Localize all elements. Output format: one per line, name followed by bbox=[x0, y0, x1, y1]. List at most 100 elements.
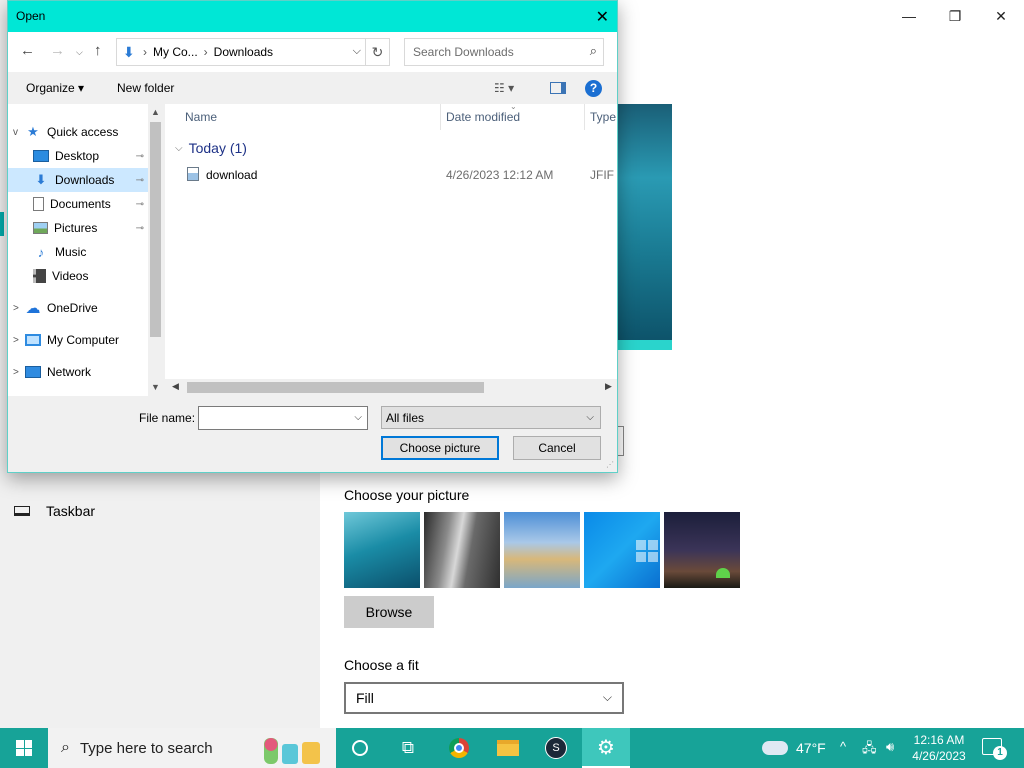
breadcrumb-my-computer[interactable]: My Co... bbox=[153, 45, 198, 59]
up-arrow-icon[interactable]: ↑ bbox=[94, 42, 102, 59]
column-header-date-modified[interactable]: Date modified bbox=[446, 110, 520, 124]
start-button[interactable] bbox=[0, 728, 48, 768]
search-box[interactable]: ⌕ bbox=[404, 38, 604, 66]
chevron-down-icon[interactable]: ⌵ bbox=[354, 412, 362, 423]
organize-menu-button[interactable]: Organize ▾ bbox=[26, 81, 84, 95]
group-header-today[interactable]: ⌵ Today (1) bbox=[175, 140, 247, 156]
file-name-input[interactable]: ⌵ bbox=[198, 406, 368, 430]
picture-thumbnail-night-sky[interactable] bbox=[664, 512, 740, 588]
nav-item-taskbar[interactable]: Taskbar bbox=[14, 503, 95, 519]
browse-button[interactable]: Browse bbox=[344, 596, 434, 628]
scroll-down-icon[interactable]: ▼ bbox=[151, 382, 160, 392]
windows-taskbar: ⌕ Type here to search ⧉ S ⚙ 47°F ^ 🖧 🔊︎ … bbox=[0, 728, 1024, 768]
picture-thumbnail-beach[interactable] bbox=[504, 512, 580, 588]
expander-icon[interactable]: v bbox=[13, 127, 25, 138]
search-icon[interactable]: ⌕ bbox=[590, 43, 597, 59]
file-type-select[interactable]: All files ⌵ bbox=[381, 406, 601, 429]
fit-select[interactable]: Fill ⌵ bbox=[344, 682, 624, 714]
clock-date: 4/26/2023 bbox=[912, 749, 966, 763]
new-folder-button[interactable]: New folder bbox=[117, 81, 174, 95]
resize-grip-icon[interactable]: ⋰ bbox=[606, 460, 614, 469]
choose-picture-button[interactable]: Choose picture bbox=[381, 436, 499, 460]
address-bar[interactable]: ⬇ › My Co... › Downloads ⌵ ↻ bbox=[116, 38, 390, 66]
back-arrow-icon[interactable]: ← bbox=[20, 42, 35, 59]
close-button[interactable]: ✕ bbox=[978, 6, 1024, 26]
nav-item-downloads[interactable]: ⬇ Downloads ⊸ bbox=[8, 168, 148, 192]
scrollbar-thumb[interactable] bbox=[150, 122, 161, 337]
download-arrow-icon: ⬇ bbox=[123, 43, 135, 60]
nav-item-pictures[interactable]: Pictures ⊸ bbox=[8, 216, 148, 240]
scroll-up-icon[interactable]: ▲ bbox=[151, 107, 160, 117]
navigation-pane: v ★ Quick access Desktop ⊸ ⬇ Downloads ⊸… bbox=[8, 104, 163, 396]
dialog-title-bar[interactable]: Open ✕ bbox=[8, 1, 617, 32]
windows-logo-icon bbox=[636, 540, 658, 562]
column-header-name[interactable]: Name bbox=[185, 110, 217, 124]
taskbar-app-steam[interactable]: S bbox=[532, 728, 580, 768]
expander-icon[interactable]: > bbox=[13, 303, 25, 314]
cortana-button[interactable] bbox=[336, 728, 384, 768]
nav-item-label: Network bbox=[47, 365, 92, 379]
search-icon: ⌕ bbox=[61, 739, 70, 756]
show-hidden-icons-chevron-icon[interactable]: ^ bbox=[840, 739, 846, 754]
pin-icon: ⊸ bbox=[135, 150, 144, 162]
selection-marker bbox=[0, 212, 4, 236]
navigation-scrollbar[interactable]: ▲ ▼ bbox=[148, 104, 163, 396]
horizontal-scrollbar[interactable]: ◀ ▶ bbox=[165, 379, 617, 396]
column-divider[interactable] bbox=[584, 104, 585, 130]
change-view-icon[interactable]: ☷ ▾ bbox=[494, 81, 514, 95]
maximize-button[interactable]: ❐ bbox=[932, 6, 978, 26]
nav-item-my-computer[interactable]: > My Computer bbox=[8, 328, 148, 352]
column-header-type[interactable]: Type bbox=[590, 110, 616, 124]
preview-pane-icon[interactable] bbox=[550, 82, 566, 94]
nav-item-videos[interactable]: Videos bbox=[8, 264, 148, 288]
task-view-icon: ⧉ bbox=[401, 738, 415, 757]
address-dropdown-icon[interactable]: ⌵ bbox=[353, 45, 361, 58]
scroll-right-icon[interactable]: ▶ bbox=[605, 381, 612, 392]
nav-item-label: Videos bbox=[52, 269, 89, 283]
forward-arrow-icon[interactable]: → bbox=[50, 42, 65, 59]
network-status-icon[interactable]: 🖧 bbox=[862, 739, 877, 761]
background-preview bbox=[616, 104, 672, 350]
pictures-icon bbox=[33, 222, 48, 234]
taskbar-app-settings[interactable]: ⚙ bbox=[582, 728, 630, 768]
breadcrumb-downloads[interactable]: Downloads bbox=[214, 45, 273, 59]
nav-item-network[interactable]: > Network bbox=[8, 360, 148, 384]
picture-thumbnail-cliff[interactable] bbox=[424, 512, 500, 588]
file-row[interactable]: download 4/26/2023 12:12 AM JFIF F bbox=[165, 164, 617, 186]
nav-item-label: Quick access bbox=[47, 125, 119, 139]
nav-item-quick-access[interactable]: v ★ Quick access bbox=[8, 120, 148, 144]
column-divider[interactable] bbox=[440, 104, 441, 130]
nav-item-desktop[interactable]: Desktop ⊸ bbox=[8, 144, 148, 168]
expander-icon[interactable]: > bbox=[13, 367, 25, 378]
volume-icon[interactable]: 🔊︎ bbox=[886, 739, 894, 755]
expander-icon[interactable]: > bbox=[13, 335, 25, 346]
search-input[interactable] bbox=[405, 39, 575, 65]
breadcrumb-separator-icon: › bbox=[203, 45, 208, 59]
nav-item-music[interactable]: ♪ Music bbox=[8, 240, 148, 264]
weather-widget[interactable]: 47°F bbox=[762, 728, 826, 768]
nav-item-documents[interactable]: Documents ⊸ bbox=[8, 192, 148, 216]
recent-locations-icon[interactable]: ⌵ bbox=[76, 47, 83, 58]
picture-thumbnail-underwater[interactable] bbox=[344, 512, 420, 588]
picture-thumbnail-windows[interactable] bbox=[584, 512, 660, 588]
taskbar-app-file-explorer[interactable] bbox=[484, 728, 532, 768]
notification-center-button[interactable]: 1 bbox=[982, 738, 1007, 760]
cortana-circle-icon bbox=[352, 740, 368, 756]
file-list-pane: ⌄ Name Date modified Type ⌵ Today (1) do… bbox=[165, 104, 617, 396]
scrollbar-thumb[interactable] bbox=[187, 382, 484, 393]
minimize-button[interactable]: — bbox=[886, 6, 932, 26]
cancel-button[interactable]: Cancel bbox=[513, 436, 601, 460]
taskbar-app-chrome[interactable] bbox=[435, 728, 483, 768]
refresh-icon[interactable]: ↻ bbox=[365, 39, 389, 65]
nav-item-onedrive[interactable]: > ☁ OneDrive bbox=[8, 296, 148, 320]
nav-item-label: Pictures bbox=[54, 221, 98, 235]
taskbar-search-box[interactable]: ⌕ Type here to search bbox=[48, 728, 336, 768]
scroll-left-icon[interactable]: ◀ bbox=[172, 381, 179, 392]
videos-icon bbox=[33, 269, 46, 283]
task-view-button[interactable]: ⧉ bbox=[384, 728, 432, 768]
dialog-close-button[interactable]: ✕ bbox=[596, 7, 609, 27]
chevron-down-icon: ⌵ bbox=[586, 412, 594, 423]
file-type: JFIF F bbox=[590, 168, 617, 182]
taskbar-clock[interactable]: 12:16 AM 4/26/2023 bbox=[908, 732, 970, 764]
help-icon[interactable]: ? bbox=[585, 80, 602, 97]
